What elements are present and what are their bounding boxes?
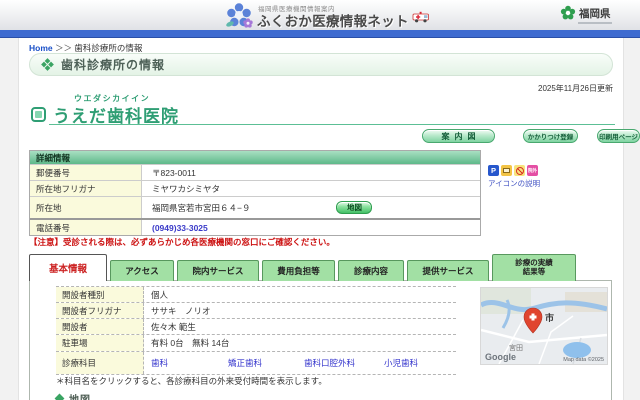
basic-info-table: 開設者種別 個人 開設者フリガナ ササキ ノリオ 開設者 佐々木 範生 駐車場 … — [56, 286, 456, 375]
row-label: 郵便番号 — [30, 165, 142, 180]
tab-content-panel: 開設者種別 個人 開設者フリガナ ササキ ノリオ 開設者 佐々木 範生 駐車場 … — [29, 280, 612, 400]
header-blue-bar — [0, 30, 640, 38]
row-label: 診療科目 — [56, 352, 144, 374]
detail-info-table: 詳細情報 郵便番号 〒823-0011 所在地フリガナ ミヤワカシミヤタ 所在地… — [29, 150, 481, 236]
main-content: Home ＞＞ 歯科診療所の情報 歯科診療所の情報 2025年11月26日更新 … — [18, 38, 624, 400]
ambulance-icon — [412, 11, 430, 23]
table-row-departments: 診療科目 歯科 矯正歯科 歯科口腔外科 小児歯科 — [56, 352, 456, 375]
row-value: 有料 0台 無料 14台 — [144, 335, 456, 351]
device-icon — [501, 165, 512, 176]
row-value: ササキ ノリオ — [144, 303, 456, 318]
table-row: 駐車場 有料 0台 無料 14台 — [56, 335, 456, 352]
row-value: 個人 — [144, 287, 456, 302]
row-label: 開設者種別 — [56, 287, 144, 302]
dept-link-pediatric-dental[interactable]: 小児歯科 — [384, 357, 418, 369]
dept-link-dental[interactable]: 歯科 — [151, 357, 228, 369]
table-row: 所在地フリガナ ミヤワカシミヤタ — [30, 180, 480, 196]
embedded-google-map[interactable]: 市 宮田 Google Map data ©2025 — [480, 287, 608, 365]
google-logo: Google — [485, 352, 516, 362]
guide-map-button[interactable]: 案内図 — [422, 129, 495, 143]
site-title: ふくおか医療情報ネット — [257, 10, 409, 30]
tab-costs[interactable]: 費用負担等 — [262, 260, 335, 281]
tab-in-house-services[interactable]: 院内サービス — [177, 260, 259, 281]
table-row: 開設者 佐々木 範生 — [56, 319, 456, 335]
map-button[interactable]: 地図 — [336, 201, 372, 214]
print-page-button[interactable]: 印刷用ページ — [597, 129, 640, 143]
map-town-label: 宮田 — [509, 343, 523, 352]
table-row: 郵便番号 〒823-0011 — [30, 164, 480, 180]
page-title: 歯科診療所の情報 — [61, 56, 165, 73]
site-header: 福岡県医療機関情報案内 ふくおか医療情報ネット 福岡県 — [0, 0, 640, 30]
row-label: 開設者フリガナ — [56, 303, 144, 318]
row-value: 〒823-0011 — [142, 165, 480, 180]
clinic-underline — [49, 124, 615, 125]
no-smoking-icon — [514, 165, 525, 176]
table-row: 開設者フリガナ ササキ ノリオ — [56, 303, 456, 319]
diamond-icon — [41, 58, 54, 71]
map-city-label: 市 — [545, 312, 554, 323]
prescription-icon: 院外 — [527, 165, 538, 176]
pref-logo-tagline — [578, 22, 612, 24]
dept-link-orthodontics[interactable]: 矯正歯科 — [228, 357, 304, 369]
departments-note: ＊科目名をクリックすると、各診療科目の外来受付時間を表示します。 — [56, 375, 327, 387]
parking-icon: P — [488, 165, 499, 176]
row-label: 所在地 — [30, 197, 142, 218]
phone-link[interactable]: (0949)33-3025 — [152, 223, 208, 233]
row-value: ミヤワカシミヤタ — [142, 181, 480, 196]
table-row: 電話番号 (0949)33-3025 — [30, 218, 480, 235]
tab-treatment[interactable]: 診療内容 — [338, 260, 404, 281]
tab-results[interactable]: 診療の実績 結果等 — [492, 254, 576, 281]
row-label: 開設者 — [56, 319, 144, 334]
detail-table-header: 詳細情報 — [30, 151, 480, 164]
tab-bar: 基本情報 アクセス 院内サービス 費用負担等 診療内容 提供サービス 診療の実績… — [29, 253, 579, 281]
clinic-bullet-icon — [31, 107, 46, 122]
site-logo-flower-icon — [224, 1, 254, 31]
table-row: 開設者種別 個人 — [56, 287, 456, 303]
breadcrumb-home-link[interactable]: Home — [29, 43, 53, 53]
dept-link-oral-surgery[interactable]: 歯科口腔外科 — [304, 357, 384, 369]
tab-provided-services[interactable]: 提供サービス — [407, 260, 489, 281]
kakaritsuke-button[interactable]: かかりつけ登録 — [523, 129, 578, 143]
table-row: 所在地 福岡県宮若市宮田６４−９ 地図 — [30, 196, 480, 218]
icon-legend-link[interactable]: アイコンの説明 — [488, 178, 540, 189]
pref-name: 福岡県 — [579, 6, 611, 21]
breadcrumb-current: 歯科診療所の情報 — [74, 43, 142, 53]
map-section-heading: 地図 — [56, 391, 91, 400]
row-value: 佐々木 範生 — [144, 319, 456, 334]
pref-flower-icon — [560, 5, 576, 21]
map-copyright: Map data ©2025 — [563, 356, 604, 363]
breadcrumb-separator: ＞＞ — [55, 43, 72, 53]
row-label: 電話番号 — [30, 220, 142, 235]
tab-basic-info[interactable]: 基本情報 — [29, 254, 107, 281]
row-label: 所在地フリガナ — [30, 181, 142, 196]
row-label: 駐車場 — [56, 335, 144, 351]
notice-text: 【注意】受診される際は、必ずあらかじめ各医療機関の窓口にご確認ください。 — [29, 236, 335, 248]
page: 福岡県医療機関情報案内 ふくおか医療情報ネット 福岡県 Home ＞＞ 歯科診療… — [0, 0, 640, 400]
fukuoka-pref-logo: 福岡県 — [560, 5, 611, 21]
address-value: 福岡県宮若市宮田６４−９ — [152, 202, 250, 214]
service-icons: P 院外 — [488, 165, 540, 176]
diamond-icon — [55, 394, 65, 400]
section-title-bar: 歯科診療所の情報 — [29, 53, 613, 76]
tab-access[interactable]: アクセス — [110, 260, 174, 281]
